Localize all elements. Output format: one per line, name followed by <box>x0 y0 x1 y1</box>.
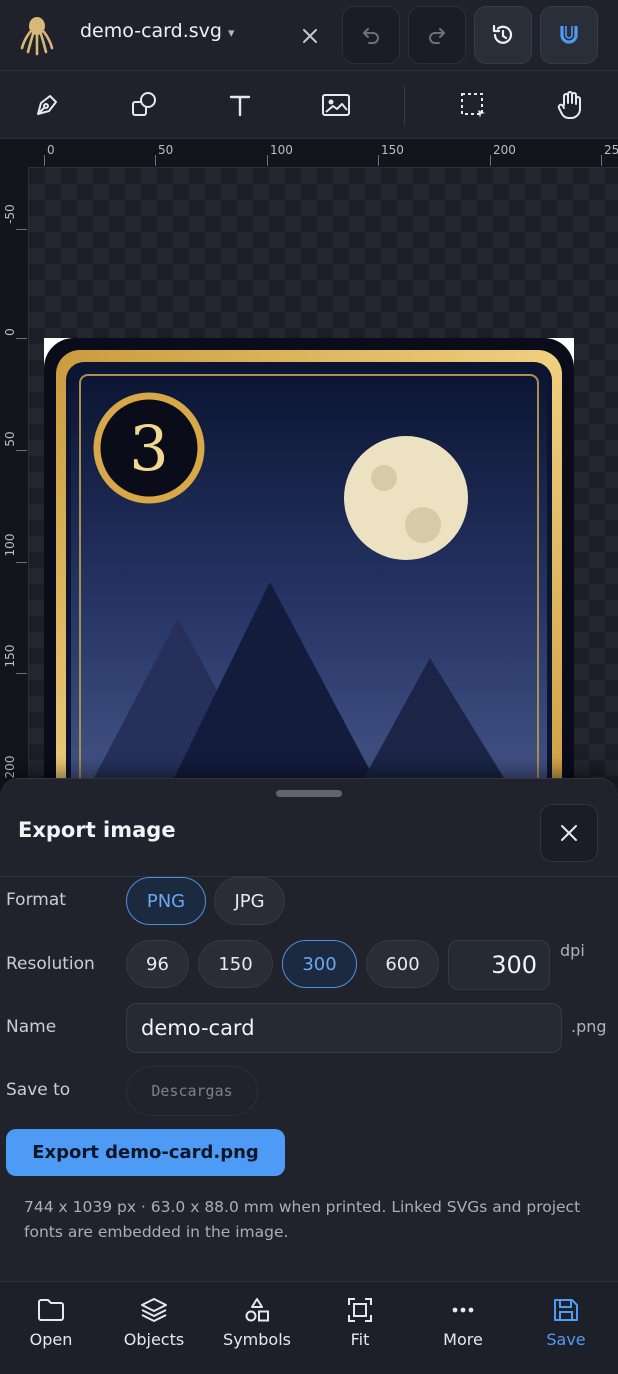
close-icon[interactable] <box>296 22 324 50</box>
ruler-label: 0 <box>3 328 17 336</box>
ruler-tick <box>16 562 27 563</box>
magnet-icon <box>556 22 582 48</box>
nav-symbols-label: Symbols <box>223 1330 291 1349</box>
sheet-title: Export image <box>18 818 176 842</box>
logo-icon[interactable] <box>18 14 56 56</box>
nav-more-label: More <box>443 1330 483 1349</box>
layers-icon <box>139 1296 169 1324</box>
toolbar-divider <box>404 85 405 125</box>
ruler-tick <box>16 229 27 230</box>
sheet-drag-handle[interactable] <box>276 790 342 797</box>
nav-fit-label: Fit <box>350 1330 370 1349</box>
ruler-tick <box>16 673 27 674</box>
snap-magnet-button[interactable] <box>540 6 598 64</box>
nav-more[interactable]: More <box>415 1296 511 1356</box>
ruler-tick <box>44 155 45 166</box>
ruler-tick <box>16 450 27 451</box>
history-button[interactable] <box>474 6 532 64</box>
ruler-tick <box>490 155 491 166</box>
ruler-tick <box>267 155 268 166</box>
filename-label: demo-card.svg <box>80 20 222 42</box>
ruler-label: 0 <box>47 143 55 157</box>
fit-icon <box>345 1296 375 1324</box>
filename-input[interactable]: demo-card <box>126 1003 562 1053</box>
nav-save[interactable]: Save <box>518 1296 614 1356</box>
ruler-label: 150 <box>3 644 17 668</box>
image-icon[interactable] <box>316 85 356 125</box>
save-icon <box>551 1296 581 1324</box>
marquee-select-icon[interactable] <box>453 85 493 125</box>
resolution-option-96[interactable]: 96 <box>126 940 189 988</box>
card-artwork[interactable] <box>44 338 574 798</box>
undo-button[interactable] <box>342 6 400 64</box>
redo-button[interactable] <box>408 6 466 64</box>
export-button[interactable]: Export demo-card.png <box>6 1129 285 1176</box>
ruler-label: 100 <box>270 143 293 157</box>
filename-menu[interactable]: demo-card.svg ▾ <box>80 20 235 42</box>
close-icon <box>559 823 579 843</box>
ruler-label: -50 <box>3 204 17 224</box>
nav-objects-label: Objects <box>123 1330 185 1349</box>
format-label: Format <box>6 890 66 910</box>
resolution-label: Resolution <box>6 954 95 974</box>
dpi-input[interactable]: 300 <box>448 940 550 990</box>
resolution-option-300[interactable]: 300 <box>282 940 357 988</box>
ruler-tick <box>601 155 602 166</box>
vertical-ruler <box>0 167 29 797</box>
format-option-png[interactable]: PNG <box>126 877 206 925</box>
hand-pan-icon[interactable] <box>550 85 590 125</box>
history-icon <box>490 22 516 48</box>
ruler-tick <box>378 155 379 166</box>
ruler-label: 25 <box>604 143 618 157</box>
dpi-unit: dpi <box>560 941 585 960</box>
resolution-option-150[interactable]: 150 <box>198 940 273 988</box>
nav-open[interactable]: Open <box>3 1296 99 1356</box>
nav-open-label: Open <box>29 1330 73 1349</box>
nav-fit[interactable]: Fit <box>312 1296 408 1356</box>
chevron-down-icon: ▾ <box>227 26 235 41</box>
file-extension: .png <box>571 1017 607 1036</box>
save-to-label: Save to <box>6 1080 71 1100</box>
resolution-option-600[interactable]: 600 <box>366 940 439 988</box>
format-option-jpg[interactable]: JPG <box>214 877 285 925</box>
sheet-close-button[interactable] <box>540 804 598 862</box>
pen-tool-icon[interactable] <box>27 85 67 125</box>
save-to-folder[interactable]: Descargas <box>126 1066 258 1116</box>
folder-icon <box>36 1296 66 1324</box>
redo-icon <box>426 24 448 46</box>
nav-save-label: Save <box>546 1330 586 1349</box>
undo-icon <box>360 24 382 46</box>
ruler-label: 200 <box>493 143 516 157</box>
nav-symbols[interactable]: Symbols <box>209 1296 305 1356</box>
ruler-corner <box>0 139 28 167</box>
text-tool-icon[interactable] <box>220 85 260 125</box>
tool-row <box>0 71 618 139</box>
ruler-label: 50 <box>158 143 174 157</box>
ruler-label: 50 <box>3 431 17 447</box>
ruler-tick <box>16 338 27 339</box>
name-label: Name <box>6 1017 57 1037</box>
ruler-label: 100 <box>3 533 17 557</box>
ruler-label: 150 <box>381 143 404 157</box>
shapes-icon[interactable] <box>124 85 164 125</box>
export-info-text: 744 x 1039 px · 63.0 x 88.0 mm when prin… <box>24 1198 581 1241</box>
horizontal-ruler <box>28 139 618 168</box>
symbols-icon <box>242 1296 272 1324</box>
sheet-divider <box>0 876 618 877</box>
card-number: 3 <box>129 412 169 485</box>
nav-objects[interactable]: Objects <box>106 1296 202 1356</box>
more-icon <box>448 1296 478 1324</box>
ruler-tick <box>155 155 156 166</box>
